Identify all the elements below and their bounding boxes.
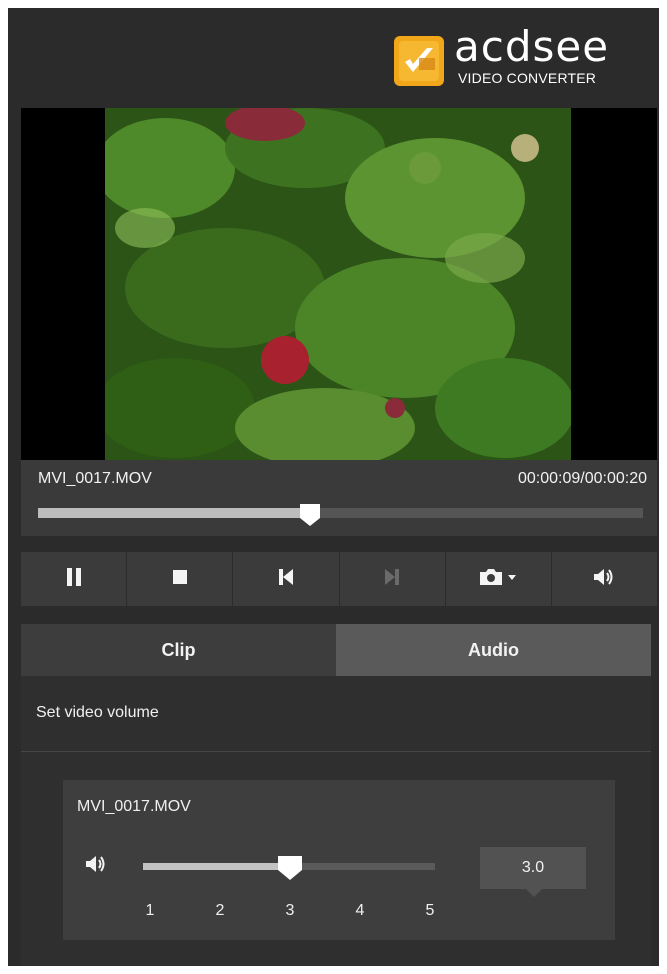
- app-window: acdsee VIDEO CONVERTER MVI_0017.MOV 00:0…: [8, 8, 659, 966]
- panel-header: Set video volume: [21, 676, 651, 752]
- editor-tabs: Clip Audio: [21, 624, 651, 676]
- product-name: VIDEO CONVERTER: [458, 70, 597, 86]
- pause-icon: [65, 567, 83, 592]
- volume-tick-label: 1: [145, 902, 155, 919]
- stop-button[interactable]: [127, 552, 234, 606]
- volume-tick-label: 5: [425, 902, 435, 919]
- logo-mark-icon: [394, 36, 444, 86]
- volume-speaker-icon: [85, 854, 107, 879]
- timecode: 00:00:09/00:00:20: [517, 470, 647, 487]
- volume-slider[interactable]: [143, 856, 435, 880]
- video-frame: [105, 108, 571, 460]
- skip-forward-icon: [383, 568, 401, 591]
- next-button[interactable]: [340, 552, 446, 606]
- playback-controls: [21, 552, 657, 606]
- previous-button[interactable]: [233, 552, 340, 606]
- panel-title: Set video volume: [36, 704, 159, 721]
- volume-button[interactable]: [552, 552, 657, 606]
- volume-slider-fill: [143, 863, 290, 870]
- stop-icon: [172, 569, 188, 590]
- tab-clip[interactable]: Clip: [21, 624, 336, 676]
- brand-name: acdsee: [454, 22, 610, 71]
- video-preview[interactable]: [21, 108, 657, 460]
- tab-audio[interactable]: Audio: [336, 624, 651, 676]
- volume-tick-label: 4: [355, 902, 365, 919]
- seek-progress: [38, 508, 311, 518]
- pause-button[interactable]: [21, 552, 128, 606]
- seek-bar[interactable]: [38, 504, 643, 526]
- audio-panel: Set video volume MVI_0017.MOV 1 2 3 4 5 …: [21, 676, 651, 966]
- seek-handle[interactable]: [298, 502, 322, 528]
- video-filename: MVI_0017.MOV: [38, 470, 152, 487]
- volume-control-box: MVI_0017.MOV 1 2 3 4 5 3.0: [63, 780, 615, 940]
- playback-info-bar: MVI_0017.MOV 00:00:09/00:00:20: [21, 460, 657, 536]
- clip-name: MVI_0017.MOV: [77, 798, 191, 815]
- speaker-icon: [593, 567, 615, 592]
- volume-tick-label: 2: [215, 902, 225, 919]
- snapshot-button[interactable]: [446, 552, 552, 606]
- volume-slider-handle[interactable]: [276, 854, 304, 882]
- skip-back-icon: [277, 568, 295, 591]
- volume-tick-label: 3: [285, 902, 295, 919]
- volume-value-display: 3.0: [480, 847, 586, 897]
- camera-icon: [478, 567, 518, 592]
